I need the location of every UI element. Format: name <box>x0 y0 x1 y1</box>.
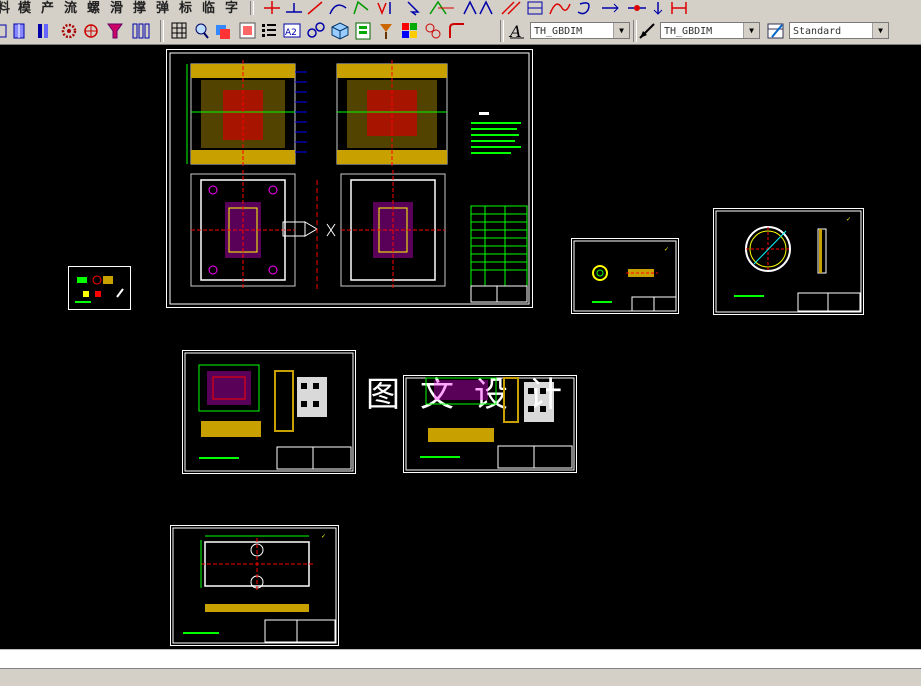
drawing-canvas[interactable]: ✓ ✓ 图文设计 ✓ <box>0 45 921 649</box>
bracket-icon[interactable] <box>671 2 687 14</box>
cross-mark <box>326 223 336 237</box>
tool-group-middle: A2 <box>171 22 464 40</box>
svg-text:✓: ✓ <box>846 216 851 223</box>
cube-icon[interactable] <box>331 22 349 40</box>
menu-button-11[interactable]: 字 <box>222 1 241 16</box>
small-part-drawing <box>75 275 124 303</box>
ring-drawing: ✓ <box>715 210 862 313</box>
parts-list-table <box>470 205 528 303</box>
standard-toolbar: A2 A TH_GBDIM ▼ TH_GBDIM ▼ Standard ▼ <box>0 17 921 45</box>
dim-style-select[interactable]: TH_GBDIM ▼ <box>660 22 760 39</box>
target-icon[interactable] <box>84 24 98 38</box>
hatch-icon[interactable] <box>501 1 521 15</box>
section-view-right <box>336 60 448 168</box>
leader-icon[interactable] <box>429 0 454 15</box>
menu-button-6[interactable]: 滑 <box>107 1 126 16</box>
dim-style-value: TH_GBDIM <box>664 26 713 37</box>
core-drawing-sheet[interactable] <box>182 350 356 474</box>
columns-icon[interactable] <box>38 24 48 38</box>
horizontal-scrollbar[interactable] <box>0 668 921 686</box>
arc-icon[interactable] <box>329 4 347 15</box>
text-style-icon[interactable]: A <box>508 22 528 40</box>
chevron-down-icon[interactable]: ▼ <box>743 23 759 38</box>
menu-button-7[interactable]: 撑 <box>130 1 149 16</box>
pillars-icon[interactable] <box>132 23 150 39</box>
plan-view-right <box>340 170 446 290</box>
circles-icon[interactable] <box>425 23 441 39</box>
section-view-left <box>186 60 307 168</box>
toolbar-separator <box>160 20 164 42</box>
toolbar-separator <box>633 20 637 42</box>
slant-line-icon[interactable] <box>307 1 323 15</box>
menu-button-3[interactable]: 产 <box>38 1 57 16</box>
table-style-value: Standard <box>793 26 842 37</box>
part-drawing-sheet-small[interactable] <box>68 266 131 310</box>
technical-notes <box>471 112 521 154</box>
baseline-icon[interactable] <box>286 3 302 13</box>
cavity-drawing-sheet[interactable] <box>403 375 577 473</box>
arrow-down-icon[interactable] <box>653 2 663 15</box>
zoom-icon[interactable] <box>195 23 209 39</box>
arrow-right-icon[interactable] <box>602 3 619 13</box>
table-style-select[interactable]: Standard ▼ <box>789 22 889 39</box>
menu-button-9[interactable]: 标 <box>176 1 195 16</box>
toolbar-separator <box>500 20 504 42</box>
gear-icon[interactable] <box>61 23 77 39</box>
table-icon[interactable] <box>527 1 543 15</box>
dim-style-icon[interactable] <box>638 22 658 40</box>
layer-icon[interactable] <box>216 25 230 39</box>
mark-icon[interactable] <box>377 2 391 16</box>
brush-icon[interactable] <box>380 24 392 39</box>
table-style-icon[interactable] <box>766 22 786 40</box>
plate-drawing-sheet[interactable]: ✓ <box>170 525 339 646</box>
ring-drawing-sheet[interactable]: ✓ <box>713 208 864 315</box>
list-icon[interactable] <box>262 24 276 37</box>
menu-button-10[interactable]: 临 <box>199 1 218 16</box>
top-menu-toolbar: 料 模 产 流 螺 滑 撑 弹 标 临 字 <box>0 0 921 18</box>
menu-button-5[interactable]: 螺 <box>84 1 103 16</box>
link-icon[interactable] <box>307 22 325 38</box>
chevron-down-icon[interactable]: ▼ <box>872 23 888 38</box>
frame-icon[interactable] <box>239 22 256 39</box>
toolbar-separator <box>250 1 254 15</box>
spline-icon[interactable] <box>549 3 571 15</box>
svg-text:A: A <box>508 22 522 40</box>
svg-text:✓: ✓ <box>321 533 326 540</box>
text-style-value: TH_GBDIM <box>534 26 583 37</box>
angle-icon[interactable] <box>353 0 369 15</box>
svg-text:A2: A2 <box>285 28 297 38</box>
tool-group-left <box>0 23 150 39</box>
symmetry-icon[interactable] <box>463 0 493 15</box>
node-icon[interactable] <box>628 5 646 11</box>
crosshair-icon[interactable] <box>264 1 280 14</box>
assembly-drawing <box>169 52 530 305</box>
assembly-drawing-sheet[interactable] <box>166 49 533 308</box>
text-style-select[interactable]: TH_GBDIM ▼ <box>530 22 630 39</box>
menu-button-1[interactable]: 料 <box>0 1 13 16</box>
core-drawing <box>184 352 354 472</box>
plate-drawing: ✓ <box>172 527 337 644</box>
menu-button-2[interactable]: 模 <box>15 1 34 16</box>
pointer-icon[interactable] <box>407 1 420 16</box>
chevron-down-icon[interactable]: ▼ <box>613 23 629 38</box>
split-icon[interactable] <box>13 23 25 39</box>
cavity-drawing <box>405 377 575 471</box>
svg-text:✓: ✓ <box>664 246 669 253</box>
model-layout-tab-bar[interactable] <box>0 649 921 668</box>
a2-icon[interactable]: A2 <box>283 23 301 38</box>
menu-button-4[interactable]: 流 <box>61 1 80 16</box>
panel-icon[interactable] <box>355 22 371 40</box>
part-drawing-2: ✓ <box>573 240 677 312</box>
palette-icon[interactable] <box>402 23 417 38</box>
funnel-icon[interactable] <box>107 23 123 39</box>
menu-button-8[interactable]: 弹 <box>153 1 172 16</box>
align-icon[interactable] <box>0 24 7 38</box>
grid-icon[interactable] <box>171 22 187 39</box>
round-corner-icon[interactable] <box>449 23 464 38</box>
draw-tools-strip <box>264 0 687 16</box>
plan-view-left <box>190 170 318 290</box>
hook-icon[interactable] <box>577 2 590 15</box>
part-drawing-sheet-2[interactable]: ✓ <box>571 238 679 314</box>
